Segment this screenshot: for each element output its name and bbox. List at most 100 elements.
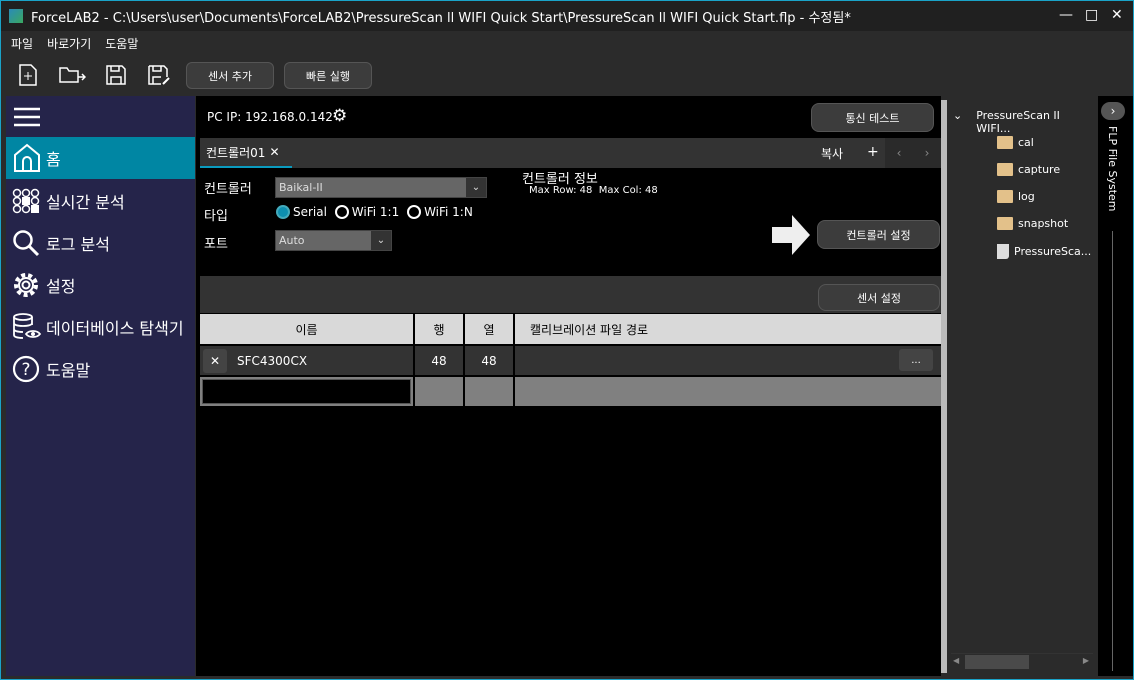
add-tab-button[interactable]: + — [867, 144, 879, 160]
app-logo-icon — [9, 9, 23, 23]
scrollbar-thumb[interactable] — [965, 655, 1029, 669]
tree-item-flp-file[interactable]: PressureSca... — [997, 244, 1091, 259]
col-header-cal-path[interactable]: 캘리브레이션 파일 경로 — [515, 314, 941, 344]
file-icon — [997, 244, 1009, 259]
radio-wifi-1-n[interactable]: WiFi 1:N — [407, 205, 473, 219]
comm-test-button[interactable]: 통신 테스트 — [811, 103, 934, 132]
browse-cal-file-button[interactable]: ... — [899, 349, 933, 371]
menu-file[interactable]: 파일 — [11, 35, 33, 52]
menu-shortcuts[interactable]: 바로가기 — [47, 35, 91, 52]
sensor-rows: 48 — [415, 346, 463, 375]
sidebar-item-realtime[interactable]: 실시간 분석 — [6, 180, 195, 222]
new-row-name-cell[interactable] — [200, 377, 413, 406]
new-file-icon[interactable] — [15, 61, 41, 89]
tree-item-capture[interactable]: capture — [997, 163, 1060, 176]
close-tab-icon[interactable]: ✕ — [269, 145, 279, 159]
add-sensor-button[interactable]: 센서 추가 — [186, 62, 274, 89]
arrow-right-icon — [772, 215, 810, 255]
port-select-value: Auto — [279, 234, 305, 247]
sidebar-item-label: 설정 — [46, 277, 76, 296]
sidebar-item-label: 데이터베이스 탐색기 — [46, 319, 184, 338]
hamburger-menu-icon[interactable] — [14, 106, 40, 131]
tree-item-label: capture — [1018, 163, 1061, 176]
sensor-cols: 48 — [465, 346, 513, 375]
menu-help[interactable]: 도움말 — [105, 35, 138, 52]
port-select[interactable]: Auto ⌄ — [275, 230, 392, 251]
radio-label: Serial — [293, 205, 327, 219]
tab-prev-icon[interactable]: ‹ — [885, 138, 913, 168]
sensor-settings-button[interactable]: 센서 설정 — [818, 284, 940, 311]
sidebar-item-label: 도움말 — [46, 361, 91, 380]
controller-info-text: Max Row: 48 Max Col: 48 — [529, 185, 658, 196]
sidebar-item-database-explorer[interactable]: 데이터베이스 탐색기 — [6, 306, 195, 348]
open-folder-icon[interactable] — [57, 61, 87, 89]
sidebar: 홈 실시간 분석 로그 분석 설정 데이터베이스 탐색기 ? 도움말 — [6, 96, 195, 676]
close-button[interactable]: ✕ — [1111, 7, 1123, 23]
folder-icon — [997, 190, 1013, 203]
folder-icon — [997, 163, 1013, 176]
new-sensor-input[interactable] — [202, 379, 411, 404]
sidebar-item-label: 홈 — [46, 150, 61, 169]
type-radio-group: Serial WiFi 1:1 WiFi 1:N — [276, 205, 477, 222]
home-icon — [14, 143, 40, 172]
sidebar-item-help[interactable]: ? 도움말 — [6, 348, 195, 390]
col-header-name[interactable]: 이름 — [200, 314, 413, 344]
tree-root[interactable]: ⌄ PressureScan II WIFI... — [953, 109, 1097, 135]
file-tree: ⌄ PressureScan II WIFI... cal capture log… — [947, 100, 1097, 673]
save-as-icon[interactable] — [146, 61, 172, 89]
copy-button[interactable]: 복사 — [821, 145, 843, 162]
tree-item-label: log — [1018, 190, 1035, 203]
folder-icon — [997, 136, 1013, 149]
grid-icon — [12, 188, 40, 214]
tab-label: 컨트롤러01 — [206, 145, 266, 160]
type-label: 타입 — [204, 209, 228, 224]
new-row-cell — [515, 377, 941, 406]
tree-item-cal[interactable]: cal — [997, 136, 1034, 149]
gear-icon — [14, 273, 38, 297]
expand-panel-icon[interactable]: › — [1101, 102, 1125, 120]
sidebar-item-log-analysis[interactable]: 로그 분석 — [6, 222, 195, 264]
sidebar-item-label: 로그 분석 — [46, 235, 110, 254]
tree-item-label: snapshot — [1018, 217, 1069, 230]
title-bar: ForceLAB2 - C:\Users\user\Documents\Forc… — [1, 1, 1133, 31]
tab-controller01[interactable]: 컨트롤러01 ✕ — [200, 138, 292, 168]
help-icon: ? — [12, 355, 40, 383]
chevron-down-icon: ⌄ — [466, 178, 486, 197]
tree-item-label: PressureSca... — [1014, 245, 1092, 258]
controller-label: 컨트롤러 — [204, 182, 252, 197]
ip-settings-gear-icon[interactable]: ⚙ — [332, 106, 347, 126]
folder-icon — [997, 217, 1013, 230]
sidebar-item-label: 실시간 분석 — [46, 193, 125, 212]
radio-wifi-1-1[interactable]: WiFi 1:1 — [334, 205, 399, 219]
svg-text:?: ? — [21, 360, 30, 380]
table-row: ✕ SFC4300CX — [200, 346, 413, 375]
quick-run-button[interactable]: 빠른 실행 — [284, 62, 372, 89]
controller-tab-bar: 컨트롤러01 ✕ 복사 + ‹ › — [200, 138, 941, 168]
side-dock: › FLP File System — [1098, 96, 1133, 676]
controller-select-value: Baikal-II — [279, 181, 323, 194]
horizontal-scrollbar[interactable]: ◀ ▶ — [951, 653, 1093, 669]
minimize-button[interactable]: — — [1059, 7, 1073, 23]
tab-next-icon[interactable]: › — [913, 138, 941, 168]
port-label: 포트 — [204, 237, 228, 252]
chevron-down-icon: ⌄ — [371, 231, 391, 250]
controller-settings-button[interactable]: 컨트롤러 설정 — [817, 220, 940, 249]
tree-root-label: PressureScan II WIFI... — [976, 109, 1060, 135]
sidebar-item-settings[interactable]: 설정 — [6, 264, 195, 306]
controller-select[interactable]: Baikal-II ⌄ — [275, 177, 487, 198]
tree-item-snapshot[interactable]: snapshot — [997, 217, 1068, 230]
sidebar-item-home[interactable]: 홈 — [6, 137, 195, 179]
cal-path-cell: ... — [515, 346, 941, 375]
remove-sensor-icon[interactable]: ✕ — [203, 348, 227, 373]
tree-item-log[interactable]: log — [997, 190, 1035, 203]
sensor-name: SFC4300CX — [237, 353, 308, 368]
flp-file-system-tab[interactable]: FLP File System — [1106, 126, 1119, 212]
save-icon[interactable] — [103, 61, 129, 89]
col-header-row[interactable]: 행 — [415, 314, 463, 344]
radio-serial[interactable]: Serial — [276, 205, 327, 219]
col-header-col[interactable]: 열 — [465, 314, 513, 344]
pc-ip-label: PC IP: 192.168.0.142 — [207, 110, 333, 124]
new-row-cell — [415, 377, 463, 406]
radio-label: WiFi 1:N — [424, 205, 473, 219]
maximize-button[interactable]: □ — [1085, 7, 1098, 23]
